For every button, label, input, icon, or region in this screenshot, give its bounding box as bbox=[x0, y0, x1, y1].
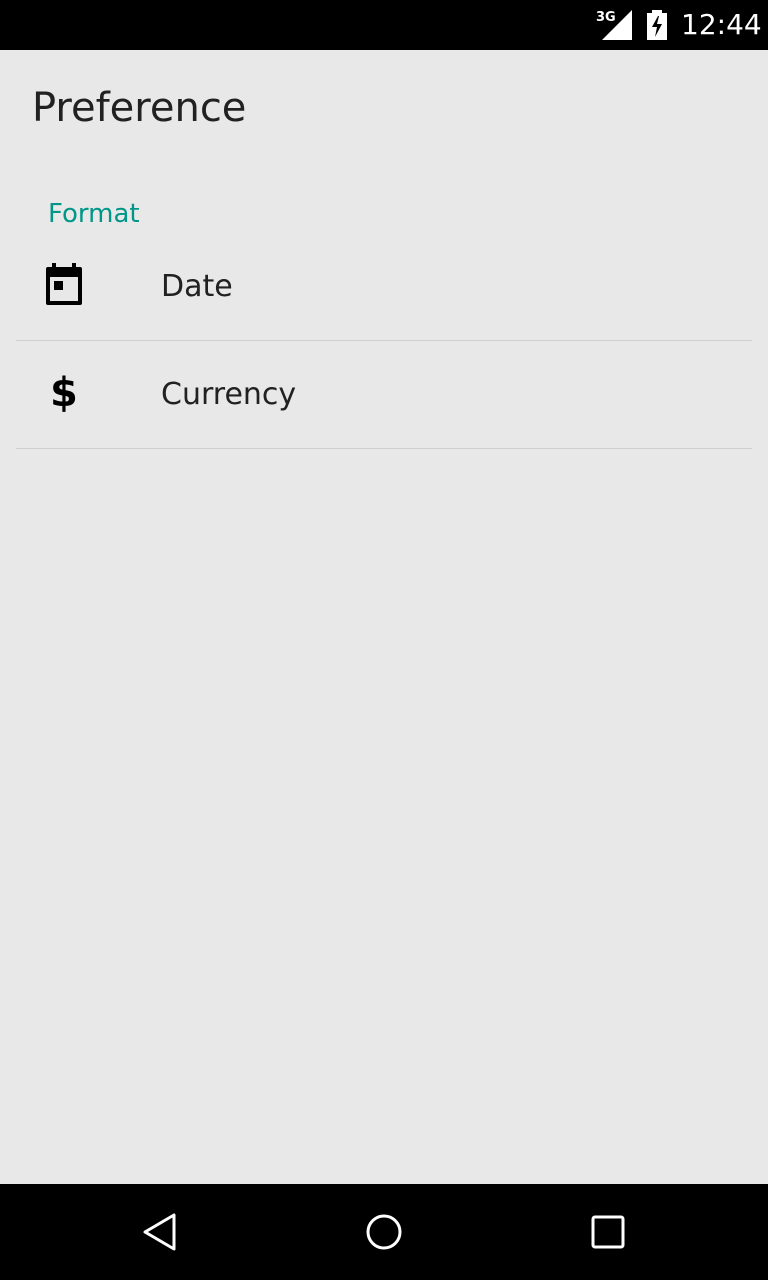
recents-icon[interactable] bbox=[588, 1212, 628, 1252]
preference-currency[interactable]: $ Currency bbox=[16, 341, 752, 449]
home-icon[interactable] bbox=[364, 1212, 404, 1252]
back-icon[interactable] bbox=[140, 1212, 180, 1252]
page-title: Preference bbox=[32, 85, 247, 131]
preference-date-label: Date bbox=[161, 269, 233, 304]
calendar-icon bbox=[46, 263, 82, 305]
preference-currency-label: Currency bbox=[161, 377, 297, 412]
status-bar: 3G 12:44 bbox=[0, 0, 768, 50]
battery-charging-icon bbox=[647, 10, 667, 40]
network-type: 3G bbox=[596, 10, 616, 25]
status-time: 12:44 bbox=[681, 8, 762, 41]
category-format-header: Format bbox=[48, 199, 140, 229]
dollar-icon: $ bbox=[50, 370, 78, 416]
preference-date[interactable]: Date bbox=[16, 233, 752, 341]
navigation-bar bbox=[0, 1184, 768, 1280]
